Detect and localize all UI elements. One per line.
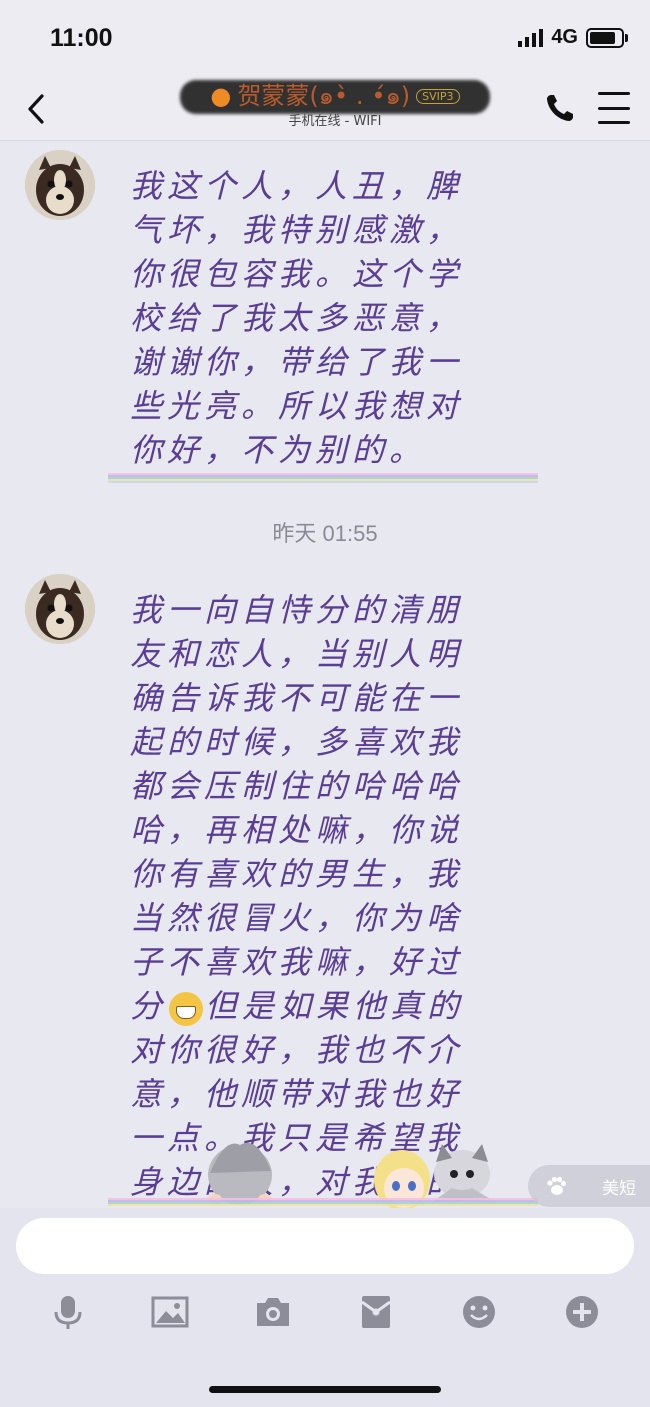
menu-icon [598, 92, 630, 95]
contact-title[interactable]: ● 贺蒙蒙(๑•̀ ․ •́๑) SVIP3 手机在线 - WIFI [180, 78, 490, 140]
red-packet-icon [361, 1296, 391, 1328]
call-button[interactable] [542, 90, 578, 126]
online-status: 手机在线 - WIFI [288, 114, 382, 129]
grin-emoji-icon [169, 991, 204, 1026]
bubble-border-decoration [108, 473, 538, 483]
message-bubble[interactable]: 我一向自恃分的清朋友和恋人，当别人明确告诉我不可能在一起的时候，多喜欢我都会压制… [130, 588, 490, 1208]
signal-icon [518, 28, 544, 47]
more-button[interactable] [562, 1292, 602, 1332]
red-packet-button[interactable] [356, 1292, 396, 1332]
input-area [0, 1208, 650, 1407]
vip-badge: SVIP3 [416, 89, 460, 104]
microphone-icon [54, 1296, 82, 1329]
tag-label: 美短 [602, 1178, 636, 1199]
bubble-character-decoration [208, 1142, 272, 1205]
input-toolbar [0, 1292, 650, 1336]
home-indicator[interactable] [209, 1386, 441, 1393]
smiley-icon [463, 1296, 495, 1328]
flame-icon: ● [210, 82, 232, 110]
camera-button[interactable] [253, 1292, 293, 1332]
bubble-border-decoration [108, 1198, 538, 1206]
status-bar: 11:00 4G [0, 0, 650, 78]
message-bubble[interactable]: 我这个人，人丑，脾气坏，我特别感激，你很包容我。这个学校给了我太多恶意，谢谢你，… [130, 164, 490, 472]
clock: 11:00 [50, 24, 113, 52]
tag-button[interactable]: 美短 [528, 1165, 650, 1207]
avatar[interactable] [25, 574, 95, 644]
battery-icon [586, 27, 628, 48]
phone-icon [547, 95, 573, 121]
plus-icon [566, 1296, 598, 1328]
message-text: 我一向自恃分的清朋友和恋人，当别人明确告诉我不可能在一起的时候，多喜欢我都会压制… [130, 591, 464, 1025]
message-timestamp: 昨天 01:55 [272, 521, 378, 546]
network-type: 4G [551, 26, 578, 48]
menu-button[interactable] [598, 92, 630, 124]
chevron-left-icon [28, 94, 44, 124]
paw-icon [547, 1176, 567, 1195]
emoji-button[interactable] [459, 1292, 499, 1332]
contact-name: 贺蒙蒙(๑•̀ ․ •́๑) [237, 82, 411, 110]
chat-area[interactable]: 我这个人，人丑，脾气坏，我特别感激，你很包容我。这个学校给了我太多恶意，谢谢你，… [0, 140, 650, 1208]
back-button[interactable] [20, 86, 56, 132]
dog-avatar-icon [25, 574, 95, 644]
message-input[interactable] [16, 1218, 634, 1274]
image-icon [151, 1296, 189, 1328]
avatar[interactable] [25, 150, 95, 220]
photo-button[interactable] [150, 1292, 190, 1332]
voice-button[interactable] [48, 1292, 88, 1332]
chat-header: ● 贺蒙蒙(๑•̀ ․ •́๑) SVIP3 手机在线 - WIFI [0, 78, 650, 141]
camera-icon [257, 1298, 289, 1326]
dog-avatar-icon [25, 150, 95, 220]
